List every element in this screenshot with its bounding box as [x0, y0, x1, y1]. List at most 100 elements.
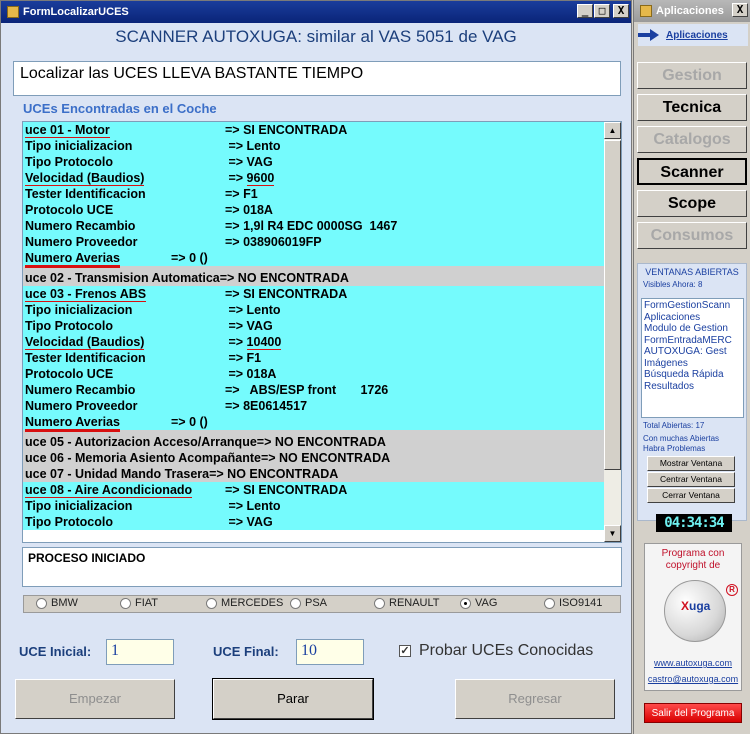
copyright-text: Programa con copyright de [661, 548, 725, 571]
uce-row-value: => NO ENCONTRADA [260, 451, 391, 465]
uce-list-item[interactable]: Numero Recambio => 1,9l R4 EDC 0000SG 146… [23, 218, 605, 234]
open-window-item[interactable]: Modulo de Gestion [644, 323, 741, 335]
open-window-item[interactable]: Aplicaciones [644, 312, 741, 324]
menu-scanner-button[interactable]: Scanner [637, 158, 747, 185]
scroll-up-icon[interactable]: ▲ [604, 122, 621, 139]
maximize-button[interactable]: □ [594, 4, 610, 18]
uce-list-item[interactable]: uce 03 - Frenos ABS => SI ENCONTRADA [23, 286, 605, 304]
uce-list-item[interactable]: Velocidad (Baudios) => 10400 [23, 334, 605, 352]
uce-row-value: => ABS/ESP front 1726 [225, 383, 389, 397]
uce-row-value: => NO ENCONTRADA [209, 467, 339, 481]
uce-row-label: uce 05 - Autorizacion Acceso/Arranque [25, 435, 257, 449]
uce-list-item[interactable]: Tipo inicializacion => Lento [23, 138, 605, 154]
close-button[interactable]: X [613, 4, 629, 18]
menu-tecnica-button[interactable]: Tecnica [637, 94, 747, 121]
scanner-title: SCANNER AUTOXUGA: similar al VAS 5051 de… [115, 27, 517, 46]
brand-selector: BMW FIAT MERCEDES PSA RENAULT VAG ISO914… [23, 595, 621, 613]
cerrar-ventana-button[interactable]: Cerrar Ventana [647, 488, 735, 503]
uce-list-item[interactable]: Tipo Protocolo => VAG [23, 154, 605, 170]
centrar-ventana-button[interactable]: Centrar Ventana [647, 472, 735, 487]
open-window-item[interactable]: Resultados [644, 381, 741, 393]
aplicaciones-link[interactable]: Aplicaciones [638, 24, 748, 46]
uce-row-label: Protocolo UCE [25, 203, 114, 217]
mostrar-ventana-button[interactable]: Mostrar Ventana [647, 456, 735, 471]
open-window-item[interactable]: Búsqueda Rápida [644, 369, 741, 381]
open-windows-panel: VENTANAS ABIERTAS Visibles Ahora: 8 Form… [637, 263, 747, 521]
uce-list-item[interactable]: Numero Proveedor => 8E0614517 [23, 398, 605, 414]
radio-icon [36, 597, 47, 609]
probar-ucs-checkbox[interactable]: ✓ Probar UCEs Conocidas [399, 642, 593, 660]
registered-icon: R [726, 584, 738, 596]
uce-row-value: => SI ENCONTRADA [225, 287, 348, 301]
uce-list-item[interactable]: uce 06 - Memoria Asiento Acompañante=> N… [23, 450, 605, 466]
title-bar[interactable]: FormLocalizarUCES _ □ X [1, 1, 631, 23]
uce-row-label: Numero Recambio [25, 219, 136, 233]
brand-radio-vag[interactable]: VAG [460, 597, 497, 609]
uce-list-item[interactable]: uce 01 - Motor => SI ENCONTRADA [23, 122, 605, 140]
uce-row-value: => 1,9l R4 EDC 0000SG 1467 [225, 219, 398, 233]
brand-radio-renault[interactable]: RENAULT [374, 597, 440, 609]
autoxuga-logo: Xuga [664, 580, 726, 642]
uce-row-value: => 0 () [171, 251, 208, 265]
brand-radio-iso9141[interactable]: ISO9141 [544, 597, 602, 609]
uce-results-list[interactable]: uce 01 - Motor => SI ENCONTRADA Tipo inici… [22, 121, 622, 543]
radio-icon [290, 597, 301, 609]
brand-radio-bmw[interactable]: BMW [36, 597, 78, 609]
aplicaciones-panel: Aplicaciones X Aplicaciones Gestion Tecn… [633, 0, 750, 734]
open-window-item[interactable]: FormEntradaMERC [644, 335, 741, 347]
uce-list-item[interactable]: uce 05 - Autorizacion Acceso/Arranque=> … [23, 434, 605, 450]
open-window-item[interactable]: AUTOXUGA: Gest [644, 346, 741, 358]
scroll-thumb[interactable] [604, 140, 621, 470]
vertical-scrollbar[interactable]: ▲ ▼ [604, 122, 621, 542]
uce-list-item[interactable]: Tipo inicializacion => Lento [23, 302, 605, 318]
uce-list-item[interactable]: Velocidad (Baudios) => 9600 [23, 170, 605, 188]
side-title-bar[interactable]: Aplicaciones X [634, 0, 750, 22]
uce-inicial-input[interactable]: 1 [106, 639, 174, 665]
brand-radio-fiat[interactable]: FIAT [120, 597, 158, 609]
uce-final-input[interactable]: 10 [296, 639, 364, 665]
uce-list-item[interactable]: Numero Recambio => ABS/ESP front 1726 [23, 382, 605, 398]
parar-button[interactable]: Parar [212, 678, 374, 720]
uce-list-item[interactable]: uce 07 - Unidad Mando Trasera=> NO ENCON… [23, 466, 605, 482]
brand-label: VAG [475, 597, 498, 609]
uce-list-item[interactable]: Tipo Protocolo => VAG [23, 514, 605, 530]
empezar-button[interactable]: Empezar [15, 679, 175, 719]
uce-row-label: Protocolo UCE [25, 367, 114, 381]
salir-programa-button[interactable]: Salir del Programa [644, 703, 742, 723]
uce-row-label: Tipo Protocolo [25, 319, 113, 333]
radio-icon [544, 597, 555, 609]
open-windows-list[interactable]: FormGestionScann Aplicaciones Modulo de Ge… [641, 298, 744, 418]
uce-list-item[interactable]: Tester Identificacion => F1 [23, 186, 605, 202]
uce-list-item[interactable]: Numero Proveedor => 038906019FP [23, 234, 605, 250]
uce-row-value: => SI ENCONTRADA [225, 483, 348, 497]
uce-list-item[interactable]: Tipo inicializacion => Lento [23, 498, 605, 514]
minimize-button[interactable]: _ [577, 4, 593, 18]
menu-catalogos-button[interactable]: Catalogos [637, 126, 747, 153]
uce-row-label: Numero Recambio [25, 383, 136, 397]
website-link[interactable]: www.autoxuga.com [645, 658, 741, 668]
uce-list-item[interactable]: uce 02 - Transmision Automatica=> NO ENC… [23, 270, 605, 286]
uce-list-item[interactable]: uce 08 - Aire Acondicionado => SI ENCONTR… [23, 482, 605, 500]
uce-list-item[interactable]: Tester Identificacion => F1 [23, 350, 605, 366]
uce-list-item[interactable]: Protocolo UCE => 018A [23, 366, 605, 382]
open-window-item[interactable]: Imágenes [644, 358, 741, 370]
regresar-button[interactable]: Regresar [455, 679, 615, 719]
menu-scope-button[interactable]: Scope [637, 190, 747, 217]
radio-icon [120, 597, 131, 609]
uce-list-item[interactable]: Tipo Protocolo => VAG [23, 318, 605, 334]
brand-radio-psa[interactable]: PSA [290, 597, 327, 609]
uce-list-item[interactable]: Protocolo UCE => 018A [23, 202, 605, 218]
uce-list-item[interactable]: Numero Averias => 0 () [23, 250, 605, 268]
menu-consumos-button[interactable]: Consumos [637, 222, 747, 249]
email-link[interactable]: castro@autoxuga.com [645, 674, 741, 684]
probar-label: Probar UCEs Conocidas [419, 642, 594, 659]
uce-row-label: Tipo inicializacion [25, 139, 133, 153]
scroll-down-icon[interactable]: ▼ [604, 525, 621, 542]
side-close-button[interactable]: X [732, 3, 748, 17]
uce-list-item[interactable]: Numero Averias => 0 () [23, 414, 605, 432]
brand-radio-mercedes[interactable]: MERCEDES [206, 597, 283, 609]
menu-gestion-button[interactable]: Gestion [637, 62, 747, 89]
open-window-item[interactable]: FormGestionScann [644, 300, 741, 312]
checkmark-icon[interactable]: ✓ [399, 645, 411, 657]
brand-label: FIAT [135, 597, 159, 609]
